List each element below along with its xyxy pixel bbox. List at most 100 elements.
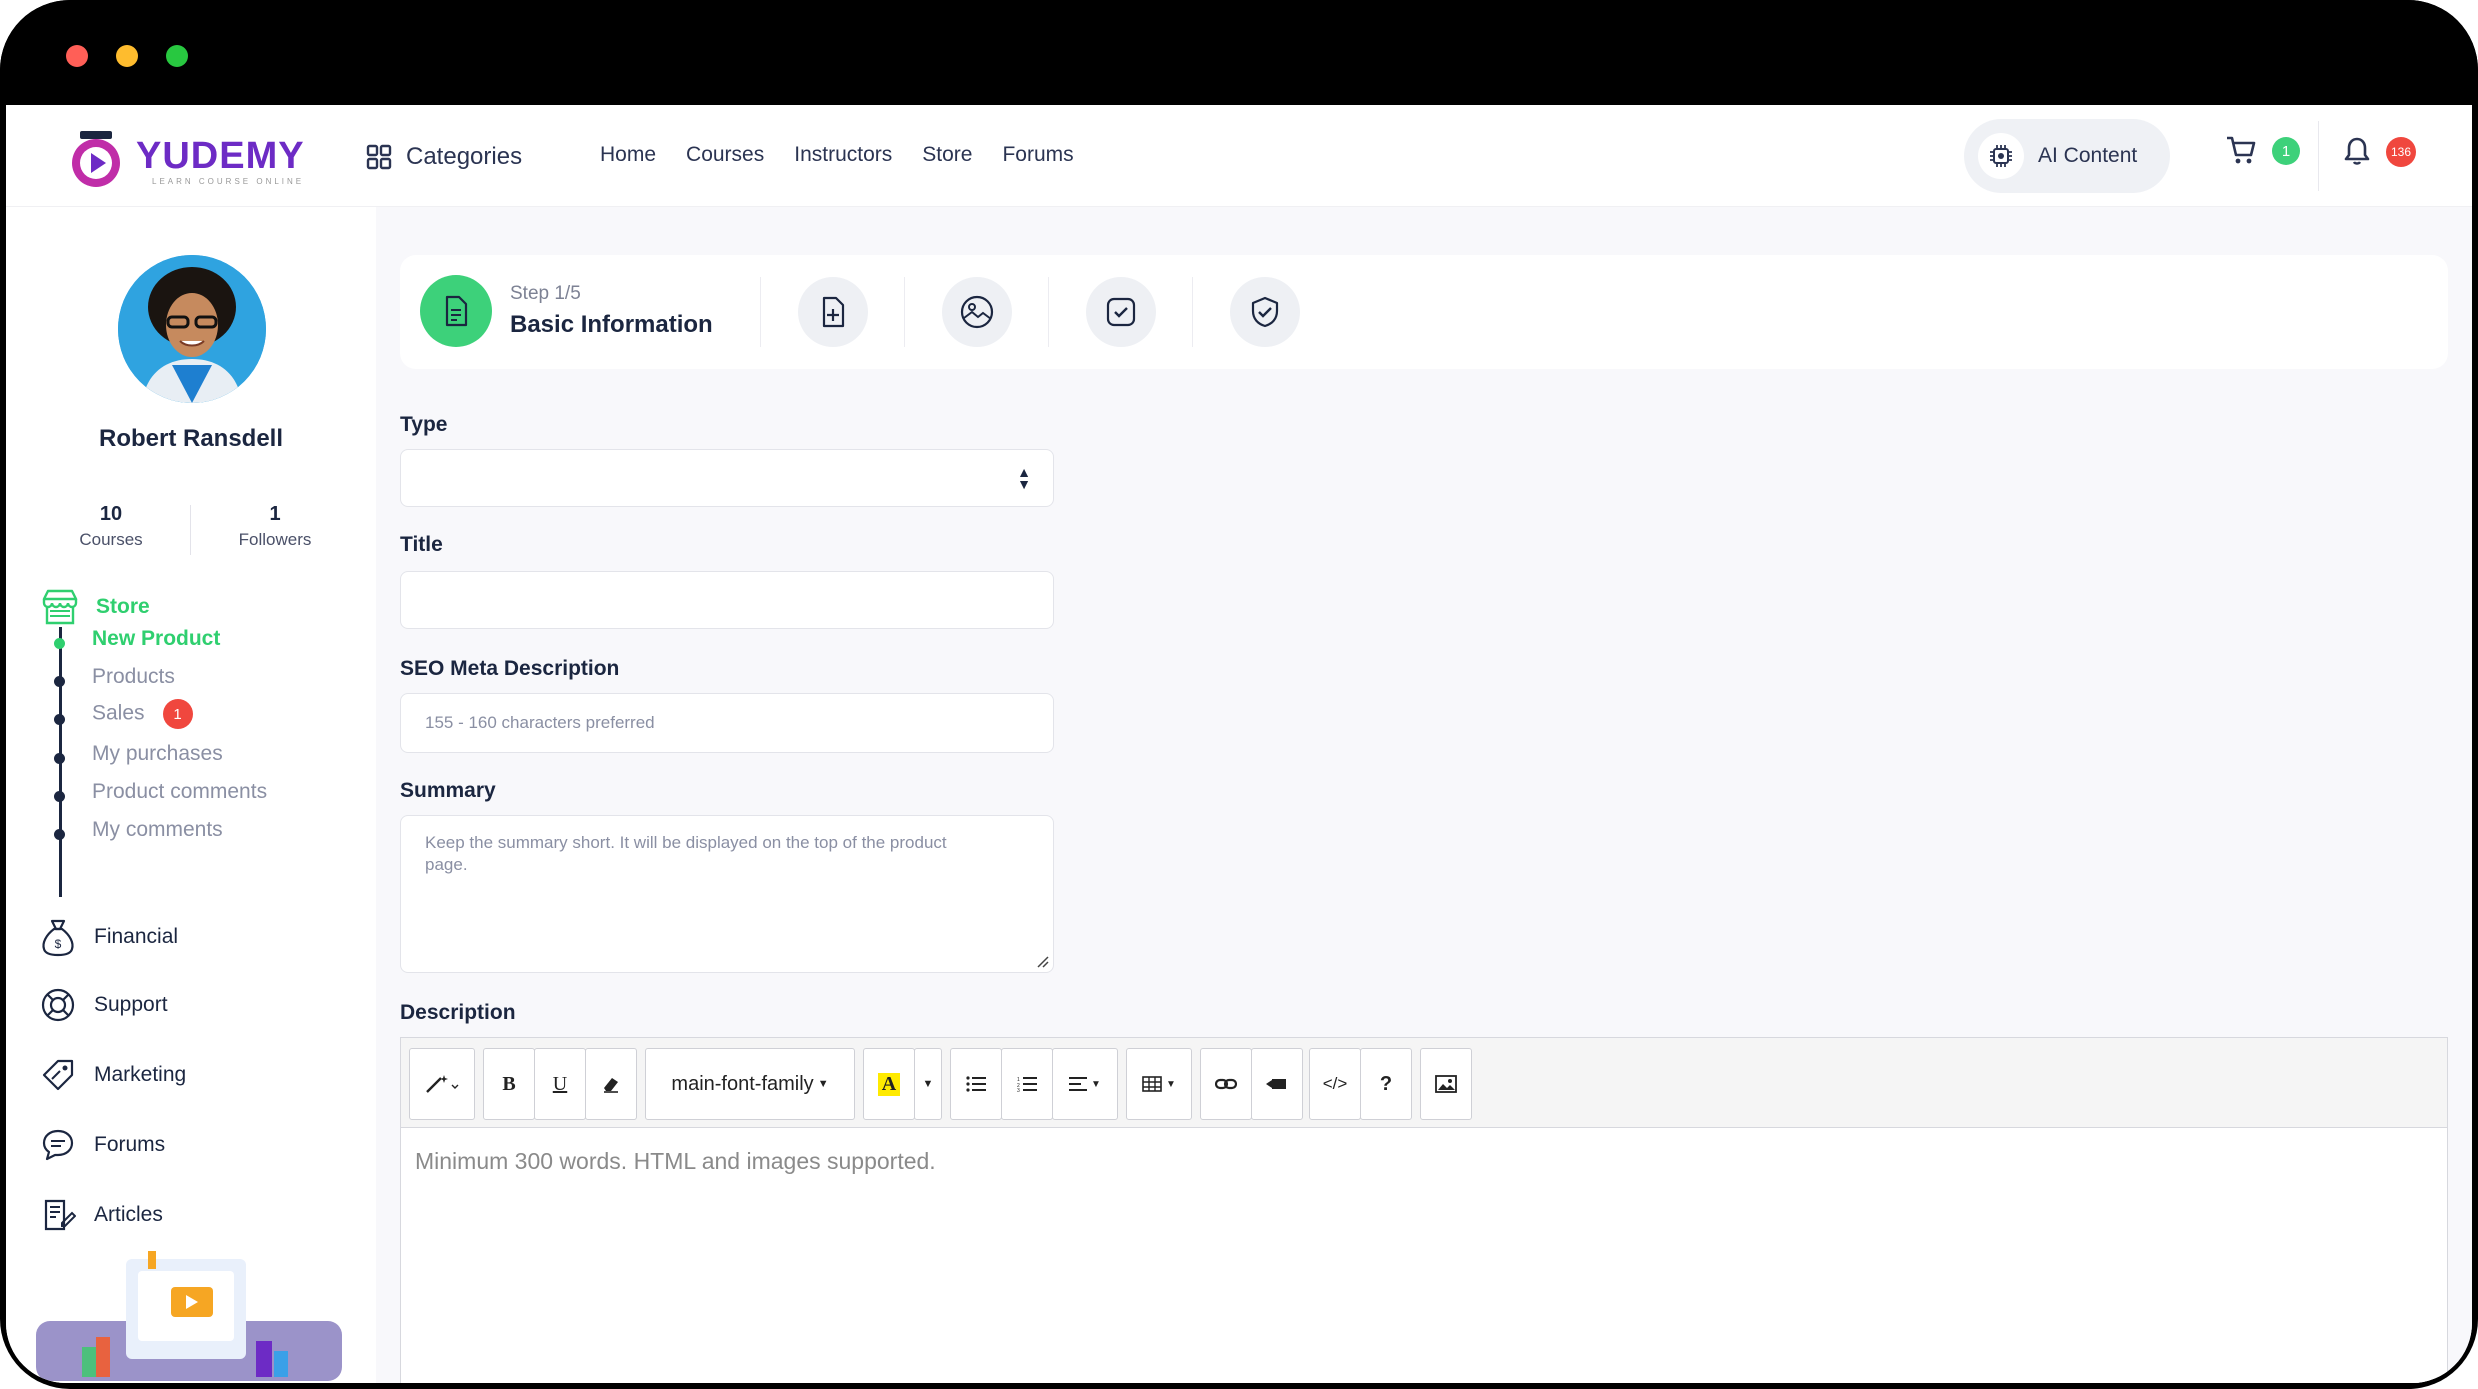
sidebar-item-my-comments[interactable]: My comments <box>92 818 223 842</box>
description-label: Description <box>400 1001 516 1024</box>
close-window-dot[interactable] <box>66 45 88 67</box>
support-label: Support <box>94 993 168 1016</box>
file-text-icon <box>445 295 468 327</box>
bold-button[interactable]: B <box>483 1048 535 1120</box>
sidebar-item-financial[interactable]: $ Financial <box>40 917 178 957</box>
nav-link-store[interactable]: Store <box>922 143 972 167</box>
code-view-button[interactable]: </> <box>1309 1048 1361 1120</box>
brand-logo[interactable]: YUDEMY LEARN COURSE ONLINE <box>66 125 306 187</box>
logo-tagline: LEARN COURSE ONLINE <box>152 177 305 186</box>
top-navbar: YUDEMY LEARN COURSE ONLINE Categories Ho… <box>6 105 2472 207</box>
bullet-list-icon <box>966 1076 986 1092</box>
help-button[interactable]: ? <box>1360 1048 1412 1120</box>
highlight-letter: A <box>877 1072 901 1096</box>
sidebar-item-marketing[interactable]: Marketing <box>40 1057 186 1093</box>
paragraph-align-dropdown[interactable]: ▼ <box>1052 1048 1118 1120</box>
avatar[interactable] <box>118 255 266 403</box>
shield-check-icon <box>1251 296 1279 328</box>
title-input[interactable] <box>400 571 1054 629</box>
tree-dot <box>54 714 65 725</box>
numbered-list-button[interactable]: 1 2 3 <box>1001 1048 1053 1120</box>
grid-icon <box>366 144 392 170</box>
app-screen: YUDEMY LEARN COURSE ONLINE Categories Ho… <box>6 105 2472 1383</box>
description-editor[interactable]: B U main-font-family ▼ A ▼ 1 2 3 ▼ ▼ </>… <box>400 1037 2448 1383</box>
title-label: Title <box>400 533 443 556</box>
sidebar-item-support[interactable]: Support <box>40 987 168 1023</box>
maximize-window-dot[interactable] <box>166 45 188 67</box>
clear-format-button[interactable] <box>585 1048 637 1120</box>
seo-description-label: SEO Meta Description <box>400 657 620 680</box>
select-arrows-icon: ▲ ▼ <box>1017 464 1031 492</box>
insert-image-button[interactable] <box>1420 1048 1472 1120</box>
nav-link-forums[interactable]: Forums <box>1002 143 1073 167</box>
tree-dot <box>54 753 65 764</box>
sidebar-item-new-product[interactable]: New Product <box>92 627 220 651</box>
editor-toolbar: B U main-font-family ▼ A ▼ 1 2 3 ▼ ▼ </>… <box>401 1038 2447 1128</box>
bullet-list-button[interactable] <box>950 1048 1002 1120</box>
followers-count: 1 <box>269 503 281 525</box>
user-name: Robert Ransdell <box>98 425 284 452</box>
bell-icon[interactable] <box>2342 135 2372 167</box>
font-family-value: main-font-family <box>671 1072 814 1095</box>
seo-description-input[interactable]: 155 - 160 characters preferred <box>400 693 1054 753</box>
numbered-list-icon: 1 2 3 <box>1017 1077 1037 1092</box>
step-1-button[interactable] <box>420 275 492 347</box>
sales-label: Sales <box>92 701 145 725</box>
type-select[interactable]: ▲ ▼ <box>400 449 1054 507</box>
step-4-button[interactable] <box>1086 277 1156 347</box>
minimize-window-dot[interactable] <box>116 45 138 67</box>
main-content: Step 1/5 Basic Information Type ▲ ▼ Titl… <box>376 207 2472 1383</box>
step-2-button[interactable] <box>798 277 868 347</box>
sidebar-item-store[interactable]: Store <box>40 587 150 627</box>
highlight-color-button[interactable]: A <box>863 1048 915 1120</box>
font-family-dropdown[interactable]: main-font-family ▼ <box>645 1048 855 1120</box>
step-divider <box>904 277 905 347</box>
underline-button[interactable]: U <box>534 1048 586 1120</box>
promo-illustration <box>36 1251 342 1381</box>
step-3-button[interactable] <box>942 277 1012 347</box>
checkbox-icon <box>1106 297 1136 327</box>
resize-handle-icon[interactable] <box>1035 954 1049 968</box>
nav-link-home[interactable]: Home <box>600 143 656 167</box>
magic-style-button[interactable] <box>409 1048 475 1120</box>
cart-icon[interactable] <box>2224 133 2258 167</box>
courses-stat: 10 Courses <box>36 503 186 550</box>
editor-placeholder: Minimum 300 words. HTML and images suppo… <box>415 1148 936 1174</box>
marketing-label: Marketing <box>94 1063 187 1086</box>
magic-wand-icon <box>426 1075 459 1093</box>
sidebar: Robert Ransdell 10 Courses 1 Followers S… <box>6 207 376 1383</box>
insert-video-button[interactable] <box>1251 1048 1303 1120</box>
picture-icon <box>1435 1075 1457 1093</box>
type-label: Type <box>400 413 448 436</box>
summary-textarea[interactable]: Keep the summary short. It will be displ… <box>400 815 1054 973</box>
color-dropdown-button[interactable]: ▼ <box>914 1048 942 1120</box>
financial-label: Financial <box>94 925 179 948</box>
sidebar-item-product-comments[interactable]: Product comments <box>92 780 267 804</box>
lifebuoy-icon <box>41 988 75 1022</box>
nav-link-instructors[interactable]: Instructors <box>794 143 892 167</box>
ai-content-button[interactable]: AI Content <box>1964 119 2170 193</box>
step-divider <box>1048 277 1049 347</box>
product-stepper: Step 1/5 Basic Information <box>400 255 2448 369</box>
nav-link-courses[interactable]: Courses <box>686 143 764 167</box>
sidebar-item-forums[interactable]: Forums <box>40 1127 165 1163</box>
summary-placeholder: Keep the summary short. It will be displ… <box>425 833 947 874</box>
sidebar-item-products[interactable]: Products <box>92 665 175 689</box>
followers-label: Followers <box>238 530 312 549</box>
device-frame: YUDEMY LEARN COURSE ONLINE Categories Ho… <box>0 0 2478 1389</box>
document-edit-icon <box>44 1199 76 1231</box>
chip-icon <box>1978 133 2024 179</box>
step-5-button[interactable] <box>1230 277 1300 347</box>
insert-link-button[interactable] <box>1200 1048 1252 1120</box>
link-icon <box>1215 1078 1237 1090</box>
step-divider <box>1192 277 1193 347</box>
user-stats: 10 Courses 1 Followers <box>36 503 346 559</box>
table-dropdown[interactable]: ▼ <box>1126 1048 1192 1120</box>
tag-icon <box>42 1059 74 1091</box>
sidebar-item-my-purchases[interactable]: My purchases <box>92 742 223 766</box>
sidebar-item-articles[interactable]: Articles <box>40 1197 163 1233</box>
sidebar-item-sales[interactable]: Sales 1 <box>92 699 193 729</box>
categories-button[interactable]: Categories <box>366 137 522 177</box>
courses-count: 10 <box>99 503 123 525</box>
followers-stat: 1 Followers <box>200 503 350 550</box>
